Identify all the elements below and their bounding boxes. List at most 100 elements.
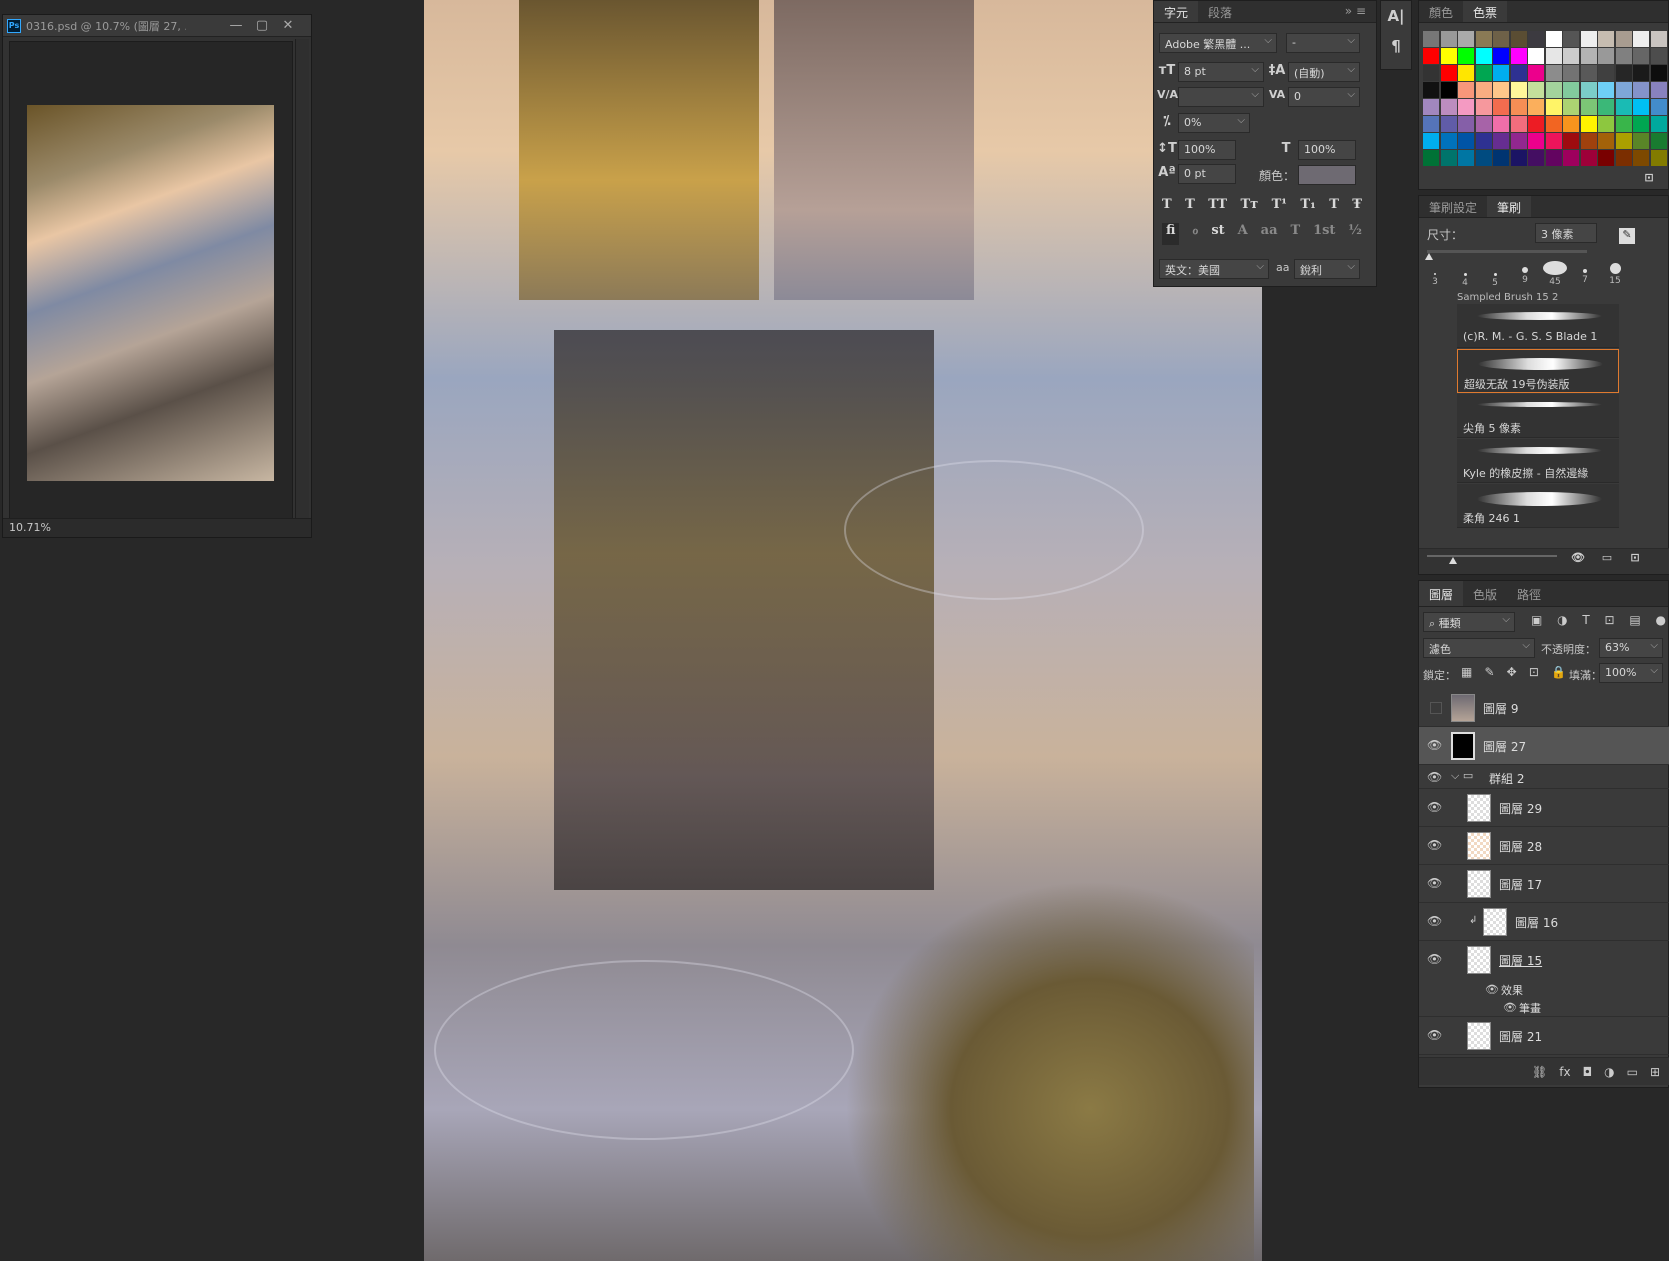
brush-size-slider[interactable] [1427,250,1587,253]
color-swatch[interactable] [1598,99,1614,115]
color-swatch[interactable] [1528,99,1544,115]
brush-item[interactable]: Kyle 的橡皮擦 - 自然邊緣 [1457,439,1619,483]
paragraph-panel-icon[interactable]: ¶ [1383,37,1409,55]
eye-icon[interactable]: 👁 [1427,838,1443,852]
color-swatch[interactable] [1528,133,1544,149]
color-swatch[interactable] [1545,150,1562,166]
color-swatch[interactable] [1615,48,1632,64]
color-swatch[interactable] [1598,133,1614,149]
lock-position-icon[interactable]: ✥ [1507,665,1517,683]
brush-size-slider-handle[interactable] [1425,253,1433,260]
stroke-eye-icon[interactable]: 👁 [1503,1001,1517,1014]
color-swatch[interactable] [1545,99,1562,115]
color-swatch[interactable] [1458,65,1474,81]
brush-size-field[interactable]: 3 像素 [1535,223,1597,243]
tab-channels[interactable]: 色版 [1463,581,1507,606]
character-panel-icon[interactable]: A| [1383,7,1409,25]
layer-row[interactable]: 👁 ↲ 圖層 16 [1419,903,1669,941]
layer-row-selected[interactable]: 👁 圖層 27 [1419,727,1669,765]
color-swatch[interactable] [1493,82,1509,98]
color-swatch[interactable] [1493,150,1509,166]
color-swatch[interactable] [1458,116,1474,132]
color-swatch[interactable] [1493,133,1509,149]
layer-row[interactable]: 👁 圖層 15 👁 效果 👁 筆畫 [1419,941,1669,1017]
color-swatch[interactable] [1493,116,1509,132]
close-button[interactable]: ✕ [275,16,301,36]
color-swatch[interactable] [1475,99,1492,115]
kerning-field[interactable] [1178,87,1264,107]
brush-item[interactable]: 柔角 246 1 [1457,484,1619,528]
color-swatch[interactable] [1650,150,1667,166]
color-swatch[interactable] [1615,65,1632,81]
color-swatch[interactable] [1598,65,1614,81]
color-swatch[interactable] [1423,31,1439,47]
color-swatch[interactable] [1633,48,1649,64]
zoom-status[interactable]: 10.71% [3,518,311,537]
color-swatch[interactable] [1493,31,1509,47]
color-swatch[interactable] [1440,116,1457,132]
color-swatch[interactable] [1545,65,1562,81]
brush-item-selected[interactable]: 超级无敌 19号伪装版 [1457,349,1619,393]
color-swatch[interactable] [1510,150,1527,166]
faux-italic-button[interactable]: T [1185,197,1195,217]
color-swatch[interactable] [1633,31,1649,47]
color-swatch[interactable] [1545,48,1562,64]
tab-brush-settings[interactable]: 筆刷設定 [1419,196,1487,217]
color-swatch[interactable] [1440,150,1457,166]
color-swatch[interactable] [1580,48,1597,64]
tab-swatches[interactable]: 色票 [1463,1,1508,22]
new-layer-icon[interactable]: ⊞ [1650,1065,1660,1079]
document-preview-window[interactable]: Ps 0316.psd @ 10.7% (圖層 27, ... — ▢ ✕ 10… [2,14,312,538]
color-swatch[interactable] [1440,31,1457,47]
color-swatch[interactable] [1475,65,1492,81]
preview-size-slider[interactable] [1427,555,1557,557]
color-swatch[interactable] [1510,116,1527,132]
color-swatch[interactable] [1423,65,1439,81]
preview-scrollbar[interactable] [295,39,309,519]
eye-icon[interactable]: 👁 [1427,800,1443,814]
color-swatch[interactable] [1598,82,1614,98]
color-swatch[interactable] [1528,116,1544,132]
color-swatch[interactable] [1475,150,1492,166]
filter-smart-icon[interactable]: ▤ [1629,613,1640,631]
eye-icon[interactable]: 👁 [1427,738,1443,752]
font-size-field[interactable]: 8 pt [1178,62,1264,82]
layers-panel[interactable]: 圖層 色版 路徑 ⌕ 種類 ▣ ◑ T ⊡ ▤ ● 濾色 不透明度： 63% 鎖… [1418,580,1669,1088]
panel-menu-icon[interactable]: » ≡ [1335,1,1376,22]
color-swatch[interactable] [1580,150,1597,166]
color-swatch[interactable] [1475,133,1492,149]
color-swatch[interactable] [1458,150,1474,166]
tab-paths[interactable]: 路徑 [1507,581,1551,606]
brush-tip-4[interactable]: 4 [1451,273,1479,288]
preview-titlebar[interactable]: Ps 0316.psd @ 10.7% (圖層 27, ... — ▢ ✕ [3,15,311,37]
color-swatch[interactable] [1440,48,1457,64]
color-swatch[interactable] [1563,82,1579,98]
effects-eye-icon[interactable]: 👁 [1485,983,1499,996]
color-swatch[interactable] [1633,116,1649,132]
color-swatch[interactable] [1650,65,1667,81]
group-row[interactable]: 👁 ⌵ ▭ 群組 2 [1419,765,1669,789]
color-swatch[interactable] [1563,99,1579,115]
color-swatch[interactable] [1545,82,1562,98]
brush-tip-45[interactable]: 45 [1541,261,1569,287]
eye-icon[interactable]: 👁 [1427,770,1443,784]
color-swatch[interactable] [1475,48,1492,64]
color-swatch[interactable] [1510,31,1527,47]
subscript-button[interactable]: T₁ [1300,197,1315,217]
color-swatch[interactable] [1580,31,1597,47]
tab-color[interactable]: 顏色 [1419,1,1463,22]
swash-button[interactable]: A [1238,223,1248,245]
stylistic-alternates-button[interactable]: aa [1261,223,1278,245]
color-swatch[interactable] [1650,31,1667,47]
color-swatch[interactable] [1650,48,1667,64]
color-swatch[interactable] [1423,99,1439,115]
color-swatch[interactable] [1598,48,1614,64]
filter-type-icon[interactable]: T [1582,613,1589,631]
color-swatch[interactable] [1510,65,1527,81]
filter-shape-icon[interactable]: ⊡ [1605,613,1615,631]
color-swatch[interactable] [1598,150,1614,166]
color-swatch[interactable] [1563,31,1579,47]
color-swatch[interactable] [1458,48,1474,64]
small-caps-button[interactable]: Tт [1240,197,1258,217]
color-swatch[interactable] [1510,82,1527,98]
